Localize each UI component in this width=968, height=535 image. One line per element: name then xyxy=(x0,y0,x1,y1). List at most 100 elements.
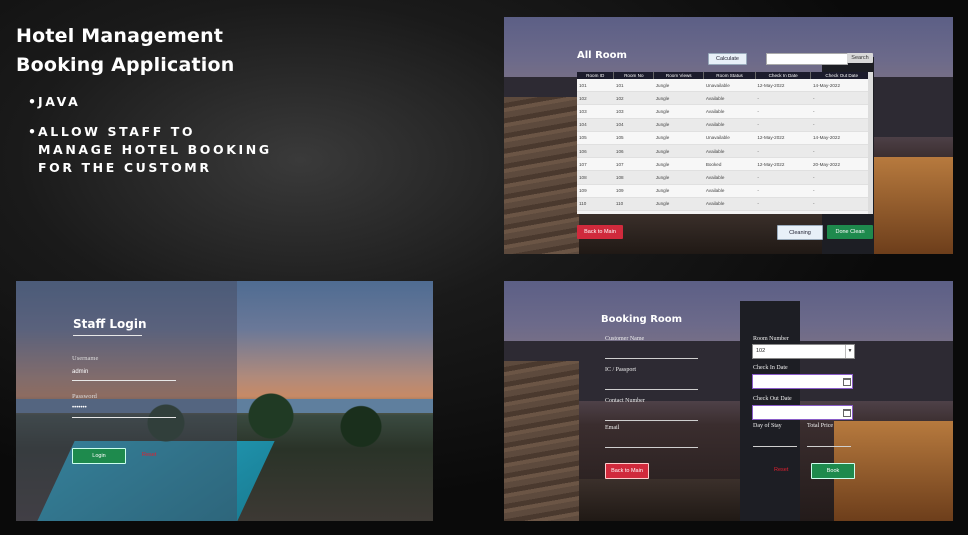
table-cell: Jungle xyxy=(653,131,704,145)
table-row[interactable]: 105 105 Jungle Unavailable 12-May-2022 14-May… xyxy=(577,131,873,145)
table-cell: 108 xyxy=(613,170,654,185)
rooms-table: Room ID Room No Room Views Room Status C… xyxy=(577,72,873,211)
title-line-2: Booking Application xyxy=(16,54,235,76)
bullet-text: ALLOW STAFF TO MANAGE HOTEL BOOKING FOR … xyxy=(38,124,272,175)
table-cell: 105 xyxy=(613,131,654,145)
table-cell: Jungle xyxy=(653,91,704,106)
staff-login-heading: Staff Login xyxy=(73,317,147,331)
background-floor xyxy=(579,479,740,521)
ic-passport-label: IC / Passport xyxy=(605,367,637,373)
table-cell: Unavailable xyxy=(703,131,756,145)
table-cell: - xyxy=(810,91,873,106)
table-cell: Jungle xyxy=(653,184,704,198)
table-cell: 109 xyxy=(613,184,654,198)
column-header[interactable]: Room Views xyxy=(653,72,705,79)
table-cell: 103 xyxy=(577,104,614,119)
email-label: Email xyxy=(605,425,620,431)
back-to-main-button[interactable]: Back to Main xyxy=(605,463,649,479)
cleaning-button[interactable]: Cleaning xyxy=(777,225,823,240)
table-cell: 104 xyxy=(613,118,654,132)
table-cell: Jungle xyxy=(653,104,704,119)
background-warm-wall xyxy=(874,157,953,254)
back-to-main-button[interactable]: Back to Main xyxy=(577,225,623,239)
table-cell: Available xyxy=(703,144,756,159)
calendar-icon[interactable] xyxy=(843,409,851,417)
contact-number-input[interactable] xyxy=(605,420,698,421)
heading-underline xyxy=(73,335,142,336)
table-cell: Available xyxy=(703,118,756,132)
table-cell: Jungle xyxy=(653,79,704,93)
check-in-date-picker[interactable] xyxy=(752,374,853,389)
check-out-date-picker[interactable] xyxy=(752,405,853,420)
booking-room-screenshot: Booking Room Customer Name IC / Passport… xyxy=(504,281,953,521)
title-line-1: Hotel Management xyxy=(16,25,224,47)
bullet-item: • ALLOW STAFF TO MANAGE HOTEL BOOKING FOR… xyxy=(28,124,272,175)
table-cell: 101 xyxy=(613,79,654,93)
table-cell: 106 xyxy=(577,144,614,159)
feature-bullets: • JAVA • ALLOW STAFF TO MANAGE HOTEL BOOKI… xyxy=(28,93,272,189)
all-room-heading: All Room xyxy=(577,50,627,61)
search-button[interactable]: Search xyxy=(847,53,873,63)
customer-name-input[interactable] xyxy=(605,358,698,359)
table-row[interactable]: 104 104 Jungle Available - - xyxy=(577,118,873,132)
table-cell: - xyxy=(755,144,811,159)
table-cell: 105 xyxy=(577,131,614,145)
table-scrollbar[interactable] xyxy=(868,72,873,214)
table-row[interactable]: 107 107 Jungle Booked 12-May-2022 20-May-2022 xyxy=(577,157,873,172)
username-label: Username xyxy=(72,355,99,362)
table-row[interactable]: 102 102 Jungle Available - - xyxy=(577,91,873,106)
column-header[interactable]: Room ID xyxy=(577,72,615,79)
column-header[interactable]: Room Status xyxy=(703,72,756,79)
email-input[interactable] xyxy=(605,447,698,448)
login-button[interactable]: Login xyxy=(72,448,126,464)
customer-name-label: Customer Name xyxy=(605,336,645,342)
table-cell: - xyxy=(755,104,811,119)
username-input[interactable]: admin xyxy=(72,369,88,375)
table-row[interactable]: 109 109 Jungle Available - - xyxy=(577,184,873,198)
table-cell: 110 xyxy=(577,197,614,211)
book-button[interactable]: Book xyxy=(811,463,855,479)
calendar-icon[interactable] xyxy=(843,378,851,386)
username-underline xyxy=(72,380,176,381)
table-cell: Jungle xyxy=(653,170,704,185)
rooms-table-panel: Room ID Room No Room Views Room Status C… xyxy=(577,72,873,214)
column-header[interactable]: Room No xyxy=(613,72,655,79)
table-row[interactable]: 108 108 Jungle Available - - xyxy=(577,170,873,185)
table-row[interactable]: 101 101 Jungle Unavailable 12-May-2022 14-May… xyxy=(577,79,873,93)
table-cell: Available xyxy=(703,197,756,211)
column-header[interactable]: Check In Date xyxy=(755,72,812,79)
all-room-screenshot: All Room Calculate Search Room ID Room N… xyxy=(504,17,953,254)
table-cell: Available xyxy=(703,170,756,185)
password-label: Password xyxy=(72,393,97,400)
password-input[interactable]: ••••••• xyxy=(72,405,87,411)
chevron-down-icon[interactable]: ▼ xyxy=(845,345,854,358)
table-cell: Jungle xyxy=(653,144,704,159)
rooms-table-body: 101 101 Jungle Unavailable 12-May-2022 14-May… xyxy=(577,79,873,211)
table-cell: - xyxy=(810,170,873,185)
total-price-value xyxy=(807,446,851,447)
table-row[interactable]: 110 110 Jungle Available - - xyxy=(577,197,873,211)
bullet-text: JAVA xyxy=(38,94,81,109)
done-clean-button[interactable]: Done Clean xyxy=(827,225,873,239)
table-row[interactable]: 106 106 Jungle Available - - xyxy=(577,144,873,159)
calculate-button[interactable]: Calculate xyxy=(708,53,747,65)
reset-link[interactable]: Reset xyxy=(774,467,788,473)
room-number-select[interactable]: 102 ▼ xyxy=(752,344,855,359)
search-input[interactable] xyxy=(766,53,848,65)
table-cell: 12-May-2022 xyxy=(755,79,811,93)
table-cell: 107 xyxy=(577,157,614,172)
column-header[interactable]: Check Out Date xyxy=(810,72,873,79)
booking-room-heading: Booking Room xyxy=(601,314,683,325)
ic-passport-input[interactable] xyxy=(605,389,698,390)
reset-link[interactable]: Reset xyxy=(142,452,156,458)
table-cell: 103 xyxy=(613,104,654,119)
table-cell: Available xyxy=(703,184,756,198)
table-cell: Unavailable xyxy=(703,79,756,93)
table-cell: - xyxy=(810,184,873,198)
table-cell: 102 xyxy=(613,91,654,106)
table-cell: - xyxy=(755,170,811,185)
table-cell: 12-May-2022 xyxy=(755,157,811,172)
table-cell: 102 xyxy=(577,91,614,106)
table-row[interactable]: 103 103 Jungle Available - - xyxy=(577,104,873,119)
staff-login-screenshot: Staff Login Username admin Password ••••… xyxy=(16,281,433,521)
